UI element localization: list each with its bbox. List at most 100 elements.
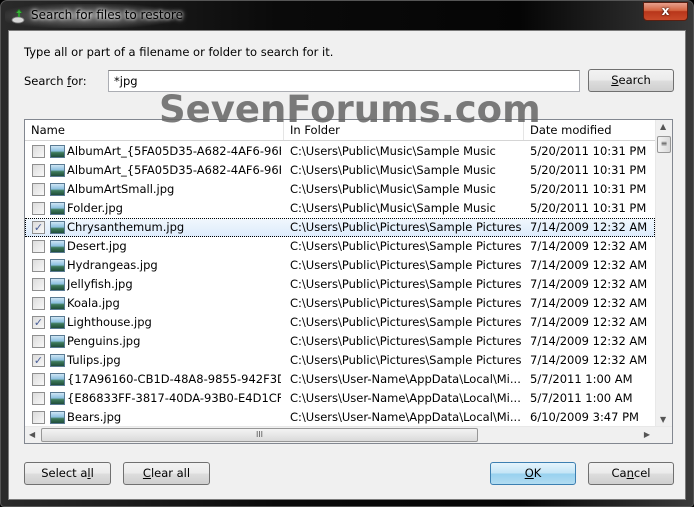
file-folder: C:\Users\Public\Pictures\Sample Pictures <box>290 296 522 310</box>
file-folder: C:\Users\Public\Music\Sample Music <box>290 144 496 158</box>
row-checkbox[interactable] <box>32 278 45 291</box>
row-checkbox[interactable]: ✓ <box>32 354 45 367</box>
column-header-date-modified[interactable]: Date modified <box>524 120 655 140</box>
file-date-modified: 5/20/2011 10:31 PM <box>530 144 647 158</box>
list-item[interactable]: Koala.jpg C:\Users\Public\Pictures\Sample… <box>25 294 655 313</box>
file-folder: C:\Users\Public\Music\Sample Music <box>290 201 496 215</box>
row-checkbox[interactable] <box>32 373 45 386</box>
file-date-modified: 5/7/2011 1:00 AM <box>530 372 633 386</box>
dialog-window: Search for files to restore x Type all o… <box>0 0 694 507</box>
image-file-icon <box>50 392 65 405</box>
file-name: Koala.jpg <box>67 296 120 310</box>
scroll-left-icon[interactable]: ◀ <box>29 430 35 439</box>
file-name: Jellyfish.jpg <box>67 277 133 291</box>
list-item[interactable]: Penguins.jpg C:\Users\Public\Pictures\Sam… <box>25 332 655 351</box>
image-file-icon <box>50 411 65 424</box>
image-file-icon <box>50 221 65 234</box>
scroll-down-icon[interactable]: ▼ <box>660 415 666 424</box>
list-item[interactable]: {17A96160-CB1D-48A8-9855-942F3D3E... C:\U… <box>25 370 655 389</box>
image-file-icon <box>50 240 65 253</box>
file-folder: C:\Users\Public\Music\Sample Music <box>290 163 496 177</box>
file-date-modified: 6/10/2009 3:47 PM <box>530 410 639 424</box>
file-folder: C:\Users\Public\Pictures\Sample Pictures <box>290 353 522 367</box>
image-file-icon <box>50 202 65 215</box>
row-checkbox[interactable] <box>32 335 45 348</box>
results-list[interactable]: Name In Folder Date modified AlbumArt_{5… <box>24 119 673 444</box>
horizontal-scrollbar[interactable]: ◀ III ▶ <box>25 426 672 443</box>
file-folder: C:\Users\User-Name\AppData\Local\Mi... <box>290 391 521 405</box>
row-checkbox[interactable]: ✓ <box>32 221 45 234</box>
file-name: AlbumArt_{5FA05D35-A682-4AF6-96F7... <box>67 144 281 158</box>
list-item[interactable]: Jellyfish.jpg C:\Users\Public\Pictures\Sa… <box>25 275 655 294</box>
file-name: Hydrangeas.jpg <box>67 258 158 272</box>
file-name: {E86833FF-3817-40DA-93B0-E4D1CF1F... <box>67 391 281 405</box>
ok-button[interactable]: OK <box>490 462 576 485</box>
column-header-name[interactable]: Name <box>25 120 284 140</box>
row-checkbox[interactable] <box>32 259 45 272</box>
file-date-modified: 7/14/2009 12:32 AM <box>530 220 648 234</box>
list-item[interactable]: ✓ Chrysanthemum.jpg C:\Users\Public\Pictur… <box>25 218 655 237</box>
search-input[interactable]: *jpg <box>108 70 580 92</box>
file-date-modified: 7/14/2009 12:32 AM <box>530 296 648 310</box>
title-bar[interactable]: Search for files to restore x <box>1 1 693 31</box>
vertical-scrollbar[interactable]: ▲ ≡ ▼ <box>655 120 672 426</box>
file-name: Tulips.jpg <box>67 353 121 367</box>
image-file-icon <box>50 373 65 386</box>
scroll-up-icon[interactable]: ▲ <box>660 122 666 131</box>
file-name: {17A96160-CB1D-48A8-9855-942F3D3E... <box>67 372 281 386</box>
list-item[interactable]: Bears.jpg C:\Users\User-Name\AppData\Loca… <box>25 408 655 427</box>
row-checkbox[interactable] <box>32 164 45 177</box>
row-checkbox[interactable] <box>32 392 45 405</box>
list-item[interactable]: Hydrangeas.jpg C:\Users\Public\Pictures\S… <box>25 256 655 275</box>
row-checkbox[interactable] <box>32 145 45 158</box>
image-file-icon <box>50 316 65 329</box>
list-item[interactable]: Desert.jpg C:\Users\Public\Pictures\Sampl… <box>25 237 655 256</box>
row-checkbox[interactable] <box>32 183 45 196</box>
list-item[interactable]: Folder.jpg C:\Users\Public\Music\Sample M… <box>25 199 655 218</box>
file-folder: C:\Users\Public\Pictures\Sample Pictures <box>290 315 522 329</box>
row-checkbox[interactable] <box>32 297 45 310</box>
scroll-right-icon[interactable]: ▶ <box>644 430 650 439</box>
image-file-icon <box>50 354 65 367</box>
row-checkbox[interactable] <box>32 202 45 215</box>
file-folder: C:\Users\Public\Music\Sample Music <box>290 182 496 196</box>
file-date-modified: 7/14/2009 12:32 AM <box>530 258 648 272</box>
file-name: Folder.jpg <box>67 201 123 215</box>
list-item[interactable]: ✓ Lighthouse.jpg C:\Users\Public\Pictures\… <box>25 313 655 332</box>
close-button[interactable]: x <box>643 2 688 21</box>
column-header-in-folder[interactable]: In Folder <box>284 120 524 140</box>
file-name: Desert.jpg <box>67 239 127 253</box>
clear-all-button[interactable]: Clear all <box>123 462 210 485</box>
file-folder: C:\Users\User-Name\AppData\Local\Mi... <box>290 372 521 386</box>
select-all-button[interactable]: Select all <box>24 462 111 485</box>
file-folder: C:\Users\Public\Pictures\Sample Pictures <box>290 239 522 253</box>
list-item[interactable]: AlbumArtSmall.jpg C:\Users\Public\Music\S… <box>25 180 655 199</box>
file-date-modified: 5/20/2011 10:31 PM <box>530 182 647 196</box>
row-checkbox[interactable] <box>32 411 45 424</box>
image-file-icon <box>50 335 65 348</box>
image-file-icon <box>50 183 65 196</box>
search-button[interactable]: Search <box>588 69 674 92</box>
list-item[interactable]: ✓ Tulips.jpg C:\Users\Public\Pictures\Samp… <box>25 351 655 370</box>
list-item[interactable]: AlbumArt_{5FA05D35-A682-4AF6-96F7... C:\U… <box>25 142 655 161</box>
image-file-icon <box>50 145 65 158</box>
window-title: Search for files to restore <box>31 8 183 22</box>
cancel-button[interactable]: Cancel <box>588 462 674 485</box>
file-name: AlbumArt_{5FA05D35-A682-4AF6-96F7... <box>67 163 281 177</box>
file-date-modified: 7/14/2009 12:32 AM <box>530 353 648 367</box>
list-item[interactable]: {E86833FF-3817-40DA-93B0-E4D1CF1F... C:\U… <box>25 389 655 408</box>
file-folder: C:\Users\Public\Pictures\Sample Pictures <box>290 220 522 234</box>
row-checkbox[interactable] <box>32 240 45 253</box>
file-name: Lighthouse.jpg <box>67 315 152 329</box>
file-date-modified: 5/7/2011 1:00 AM <box>530 391 633 405</box>
restore-app-icon <box>11 8 25 24</box>
row-checkbox[interactable]: ✓ <box>32 316 45 329</box>
vertical-scroll-thumb[interactable]: ≡ <box>657 136 671 153</box>
search-for-label: Search for: <box>24 74 87 88</box>
image-file-icon <box>50 297 65 310</box>
list-rows: AlbumArt_{5FA05D35-A682-4AF6-96F7... C:\U… <box>25 142 655 443</box>
horizontal-scroll-thumb[interactable]: III <box>41 428 478 442</box>
list-item[interactable]: AlbumArt_{5FA05D35-A682-4AF6-96F7... C:\U… <box>25 161 655 180</box>
image-file-icon <box>50 259 65 272</box>
dialog-client-area: Type all or part of a filename or folder… <box>8 30 686 500</box>
